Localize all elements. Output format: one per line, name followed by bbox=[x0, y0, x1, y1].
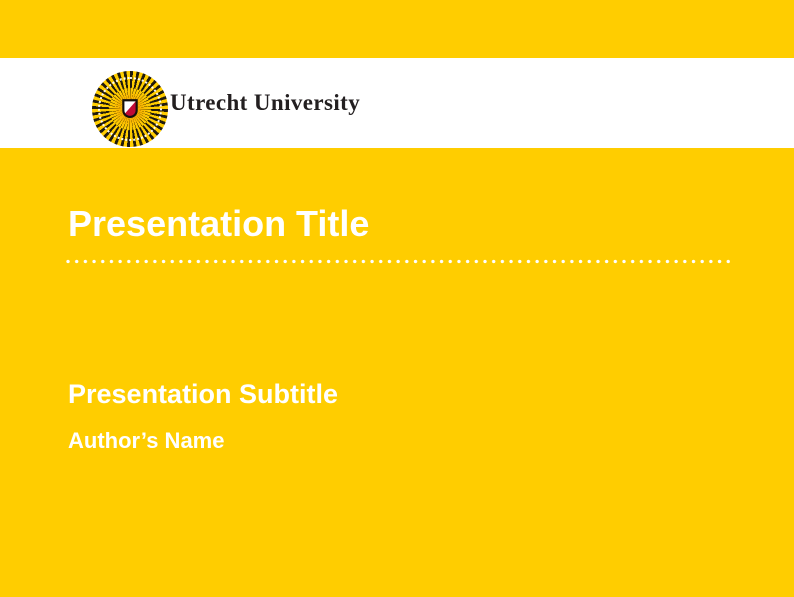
title-slide: Utrecht University Presentation Title Pr… bbox=[0, 0, 794, 597]
header-band: Utrecht University bbox=[0, 58, 794, 148]
utrecht-shield-icon bbox=[122, 99, 139, 119]
utrecht-university-seal-icon bbox=[92, 71, 168, 147]
presentation-title: Presentation Title bbox=[68, 206, 369, 242]
university-name: Utrecht University bbox=[170, 58, 360, 148]
dotted-divider bbox=[66, 259, 730, 264]
presentation-subtitle: Presentation Subtitle bbox=[68, 381, 338, 408]
author-name: Author’s Name bbox=[68, 430, 224, 452]
